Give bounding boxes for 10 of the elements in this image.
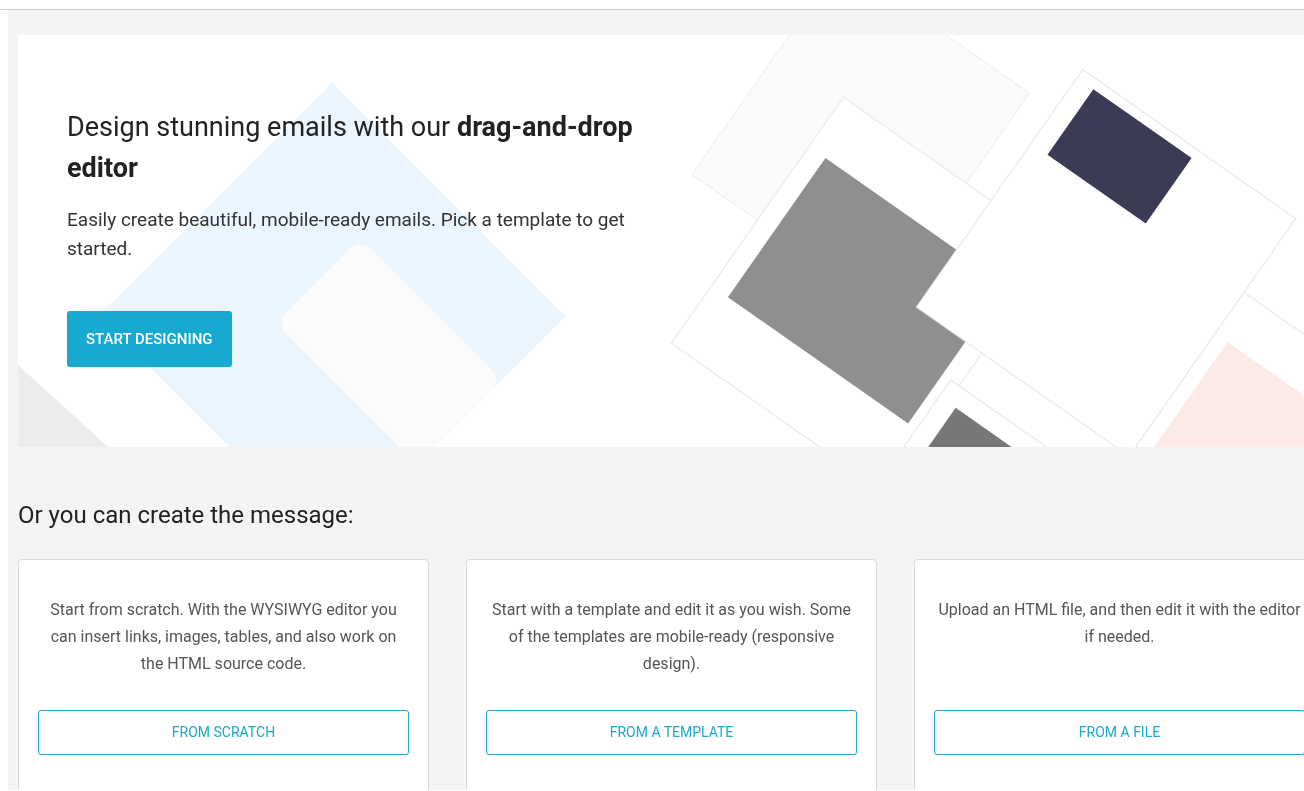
section-title: Or you can create the message: <box>18 500 355 531</box>
option-description: Start with a template and edit it as you wish. Some of the templates are mobile-ready (responsive design). <box>491 599 852 675</box>
option-description: Upload an HTML file, and then edit it with the editor if needed. <box>937 599 1302 648</box>
start-designing-button[interactable]: START DESIGNING <box>67 311 232 367</box>
option-button[interactable]: FROM A FILE <box>934 710 1304 755</box>
option-button[interactable]: FROM SCRATCH <box>38 710 409 755</box>
hero-heading: Design stunning emails with our drag-and-drop editor <box>67 110 634 186</box>
option-button[interactable]: FROM A TEMPLATE <box>486 710 857 755</box>
hero-description: Easily create beautiful, mobile-ready emails. Pick a template to get started. <box>67 207 626 262</box>
option-description: Start from scratch. With the WYSIWYG editor you can insert links, images, tables, and also work on the HTML source code. <box>49 599 398 675</box>
